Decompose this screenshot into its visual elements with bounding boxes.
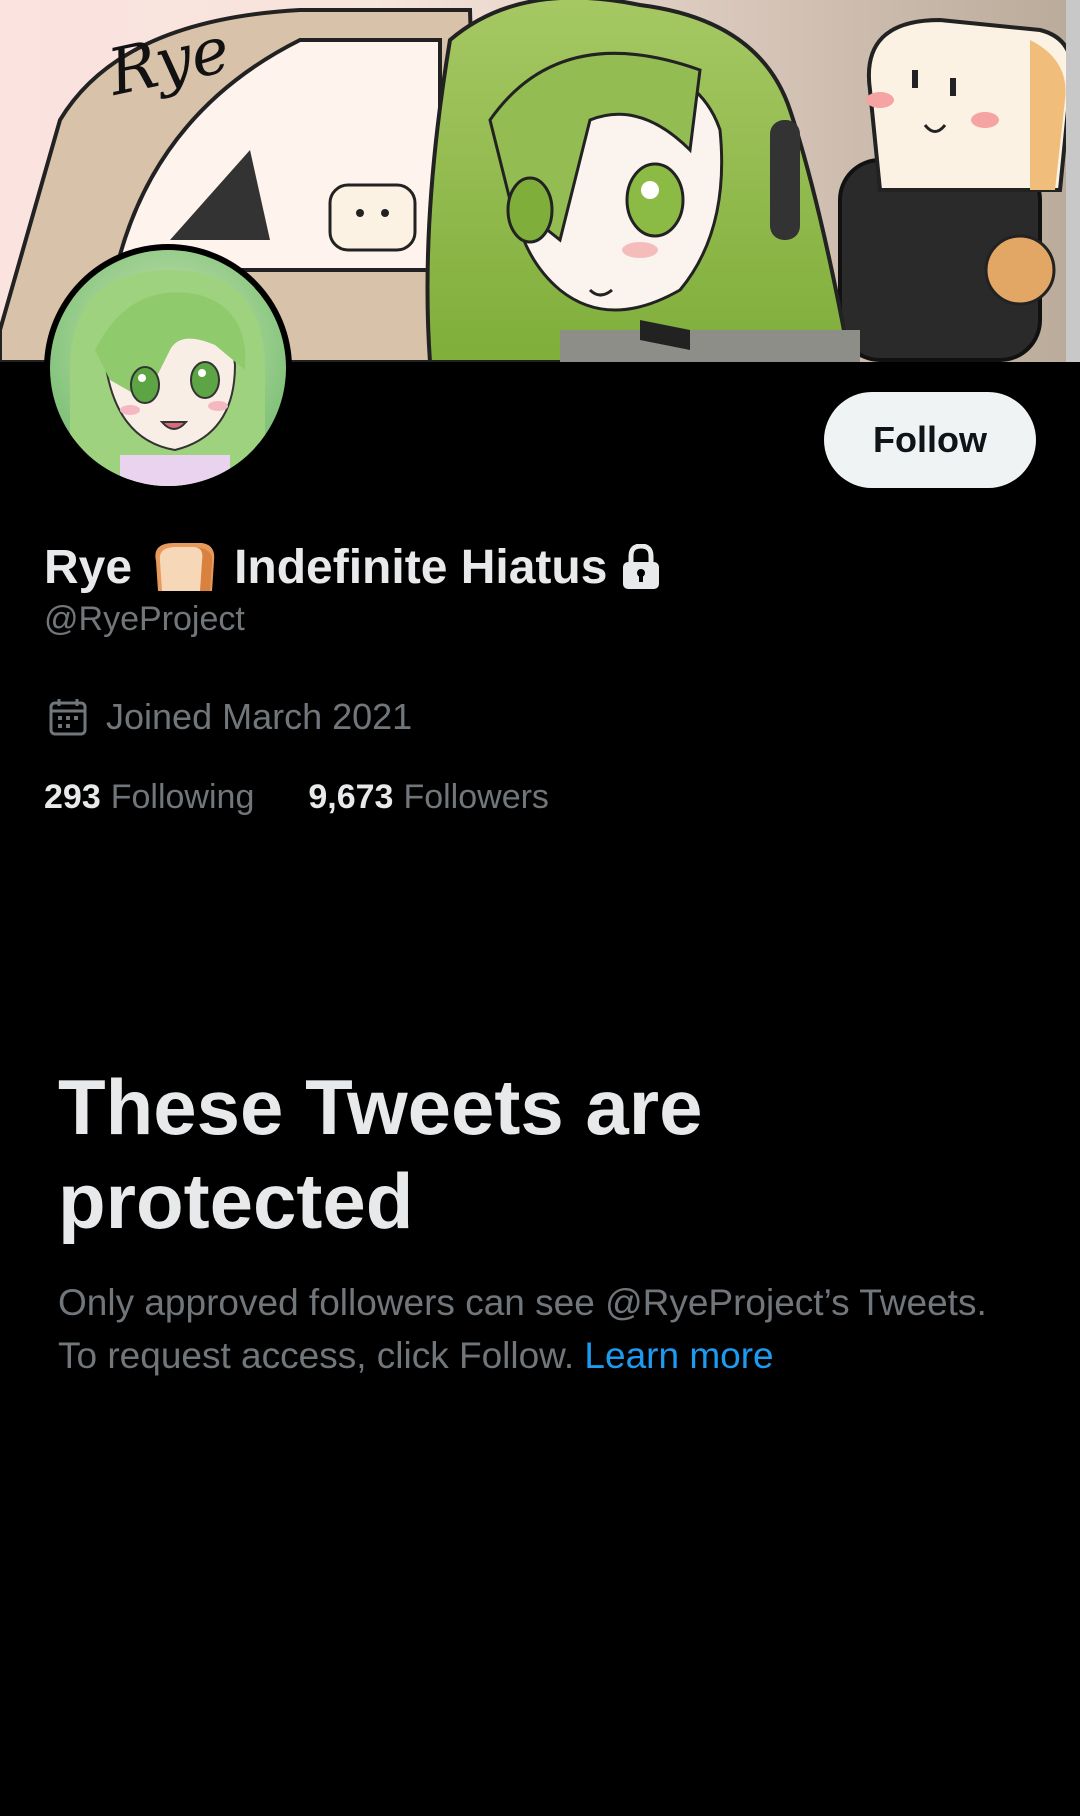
profile-avatar[interactable] bbox=[44, 244, 292, 492]
following-link[interactable]: 293 Following bbox=[44, 778, 254, 817]
join-date-text: Joined March 2021 bbox=[106, 696, 413, 737]
follow-stats: 293 Following 9,673 Followers bbox=[44, 778, 603, 817]
display-name-part1: Rye bbox=[44, 540, 133, 594]
profile-page: Rye Follow Rye Indefinite Hiatus @RyePro… bbox=[0, 0, 1080, 1816]
followers-label: Followers bbox=[403, 778, 549, 816]
protected-body-text: Only approved followers can see @RyeProj… bbox=[58, 1282, 987, 1376]
bread-emoji-icon bbox=[148, 539, 218, 595]
lock-icon bbox=[621, 544, 661, 590]
calendar-icon bbox=[48, 697, 88, 737]
display-name-part2: Indefinite Hiatus bbox=[234, 540, 608, 594]
display-name: Rye Indefinite Hiatus bbox=[44, 534, 661, 600]
learn-more-link[interactable]: Learn more bbox=[584, 1335, 773, 1376]
follow-button[interactable]: Follow bbox=[824, 392, 1036, 488]
following-label: Following bbox=[110, 778, 255, 816]
protected-title: These Tweets are protected bbox=[58, 1063, 703, 1245]
join-date: Joined March 2021 bbox=[48, 696, 412, 738]
following-count: 293 bbox=[44, 778, 101, 816]
profile-handle: @RyeProject bbox=[44, 600, 245, 638]
followers-count: 9,673 bbox=[308, 778, 394, 816]
followers-link[interactable]: 9,673 Followers bbox=[308, 778, 549, 817]
protected-message: Only approved followers can see @RyeProj… bbox=[58, 1276, 1018, 1382]
